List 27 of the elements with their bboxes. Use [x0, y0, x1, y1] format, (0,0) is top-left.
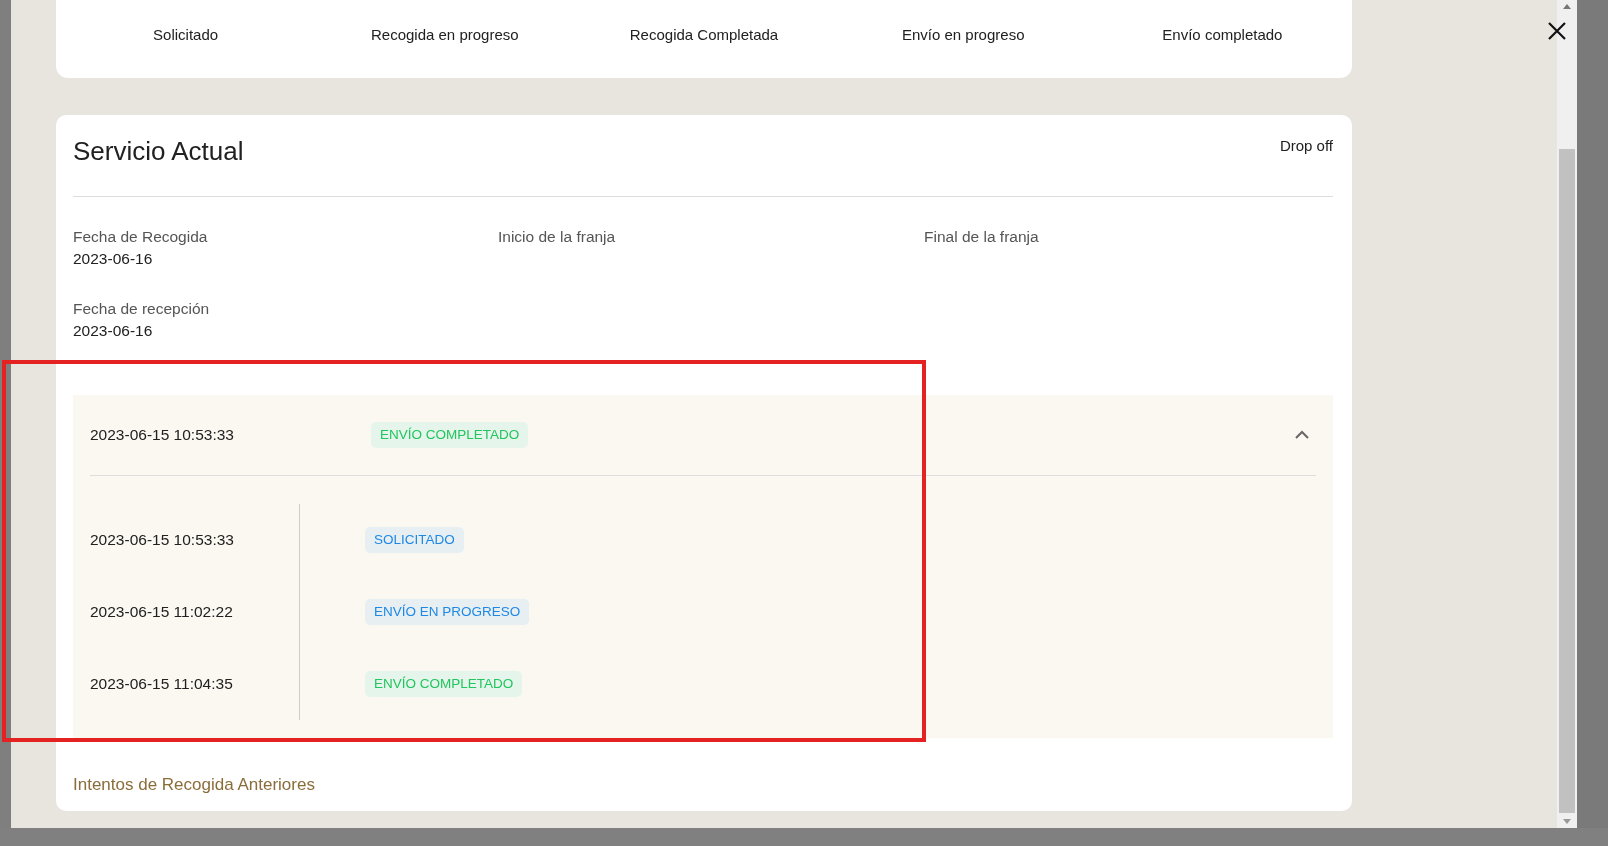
step-label: Solicitado: [152, 24, 220, 45]
service-type: Drop off: [1279, 136, 1333, 156]
status-tag: SOLICITADO: [365, 527, 464, 553]
field-value: 2023-06-16: [73, 321, 154, 341]
timestamp: 2023-06-15 11:04:35: [90, 674, 233, 695]
field-label: Fecha de Recogida: [73, 227, 209, 247]
field-label: Fecha de recepción: [73, 299, 211, 319]
status-tag: ENVÍO COMPLETADO: [371, 422, 529, 448]
timestamp: 2023-06-15 10:53:33: [90, 425, 235, 446]
step-label: Envío en progreso: [900, 24, 1026, 45]
step-label: Recogida en progreso: [370, 24, 520, 45]
field-label: Inicio de la franja: [498, 227, 617, 247]
scroll-up-icon[interactable]: [1563, 4, 1571, 9]
close-icon[interactable]: [1547, 21, 1567, 41]
timestamp: 2023-06-15 10:53:33: [90, 530, 234, 551]
status-tag: ENVÍO COMPLETADO: [365, 671, 523, 697]
section-title: Servicio Actual: [73, 135, 244, 167]
field-label: Final de la franja: [924, 227, 1040, 247]
field-value: 2023-06-16: [73, 249, 154, 269]
scroll-down-icon[interactable]: [1563, 819, 1571, 824]
scrollbar[interactable]: [1557, 0, 1577, 828]
collapse-icon[interactable]: [1294, 430, 1310, 440]
previous-attempts-link[interactable]: Intentos de Recogida Anteriores: [73, 772, 315, 798]
step-label: Recogida Completada: [628, 24, 780, 45]
step-label: Envío completado: [1161, 24, 1284, 45]
status-tag: ENVÍO EN PROGRESO: [365, 599, 530, 625]
timestamp: 2023-06-15 11:02:22: [90, 602, 233, 623]
